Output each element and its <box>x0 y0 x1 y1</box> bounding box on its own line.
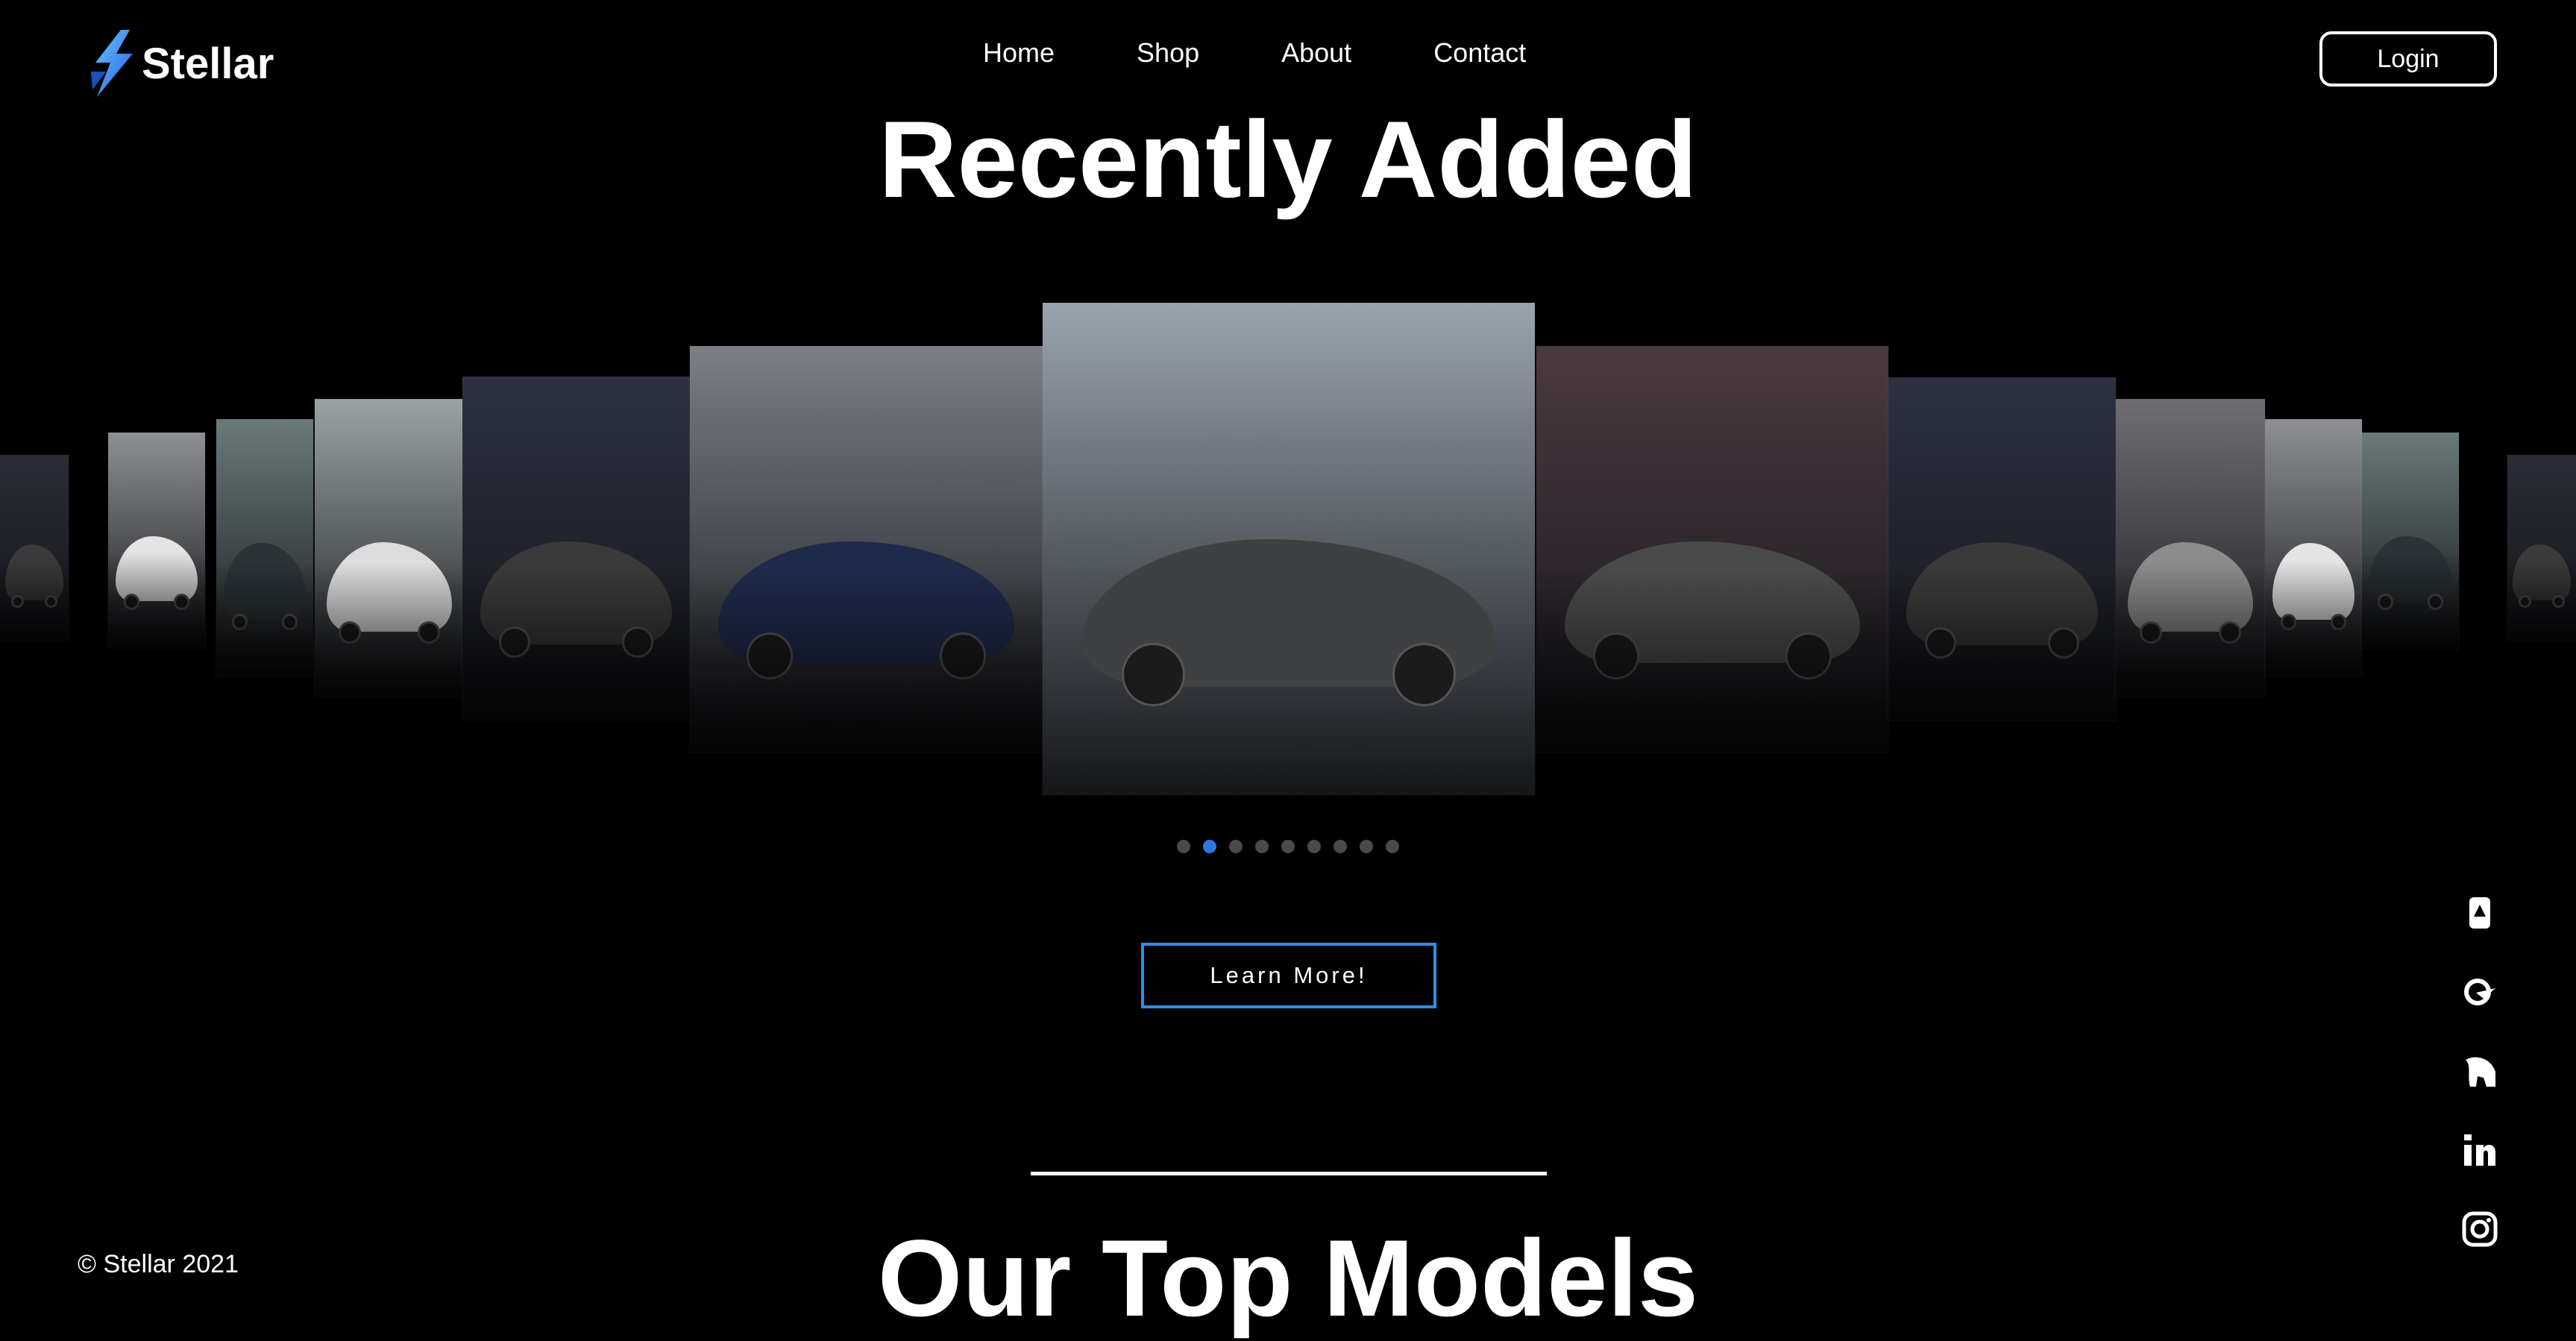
carousel-slide[interactable] <box>2116 399 2265 697</box>
logo[interactable]: Stellar <box>88 30 274 97</box>
carousel-slide[interactable] <box>1536 346 1888 753</box>
car-carousel[interactable] <box>0 283 2576 805</box>
learn-more-button[interactable]: Learn More! <box>1141 943 1436 1008</box>
nav-contact[interactable]: Contact <box>1433 37 1526 69</box>
brand-name: Stellar <box>142 39 274 88</box>
top-models-title: Our Top Models <box>877 1217 1699 1339</box>
login-button[interactable]: Login <box>2319 31 2497 87</box>
carousel-dot[interactable] <box>1386 840 1399 853</box>
carousel-dot[interactable] <box>1203 840 1216 853</box>
carousel-dot[interactable] <box>1333 840 1347 853</box>
section-divider <box>1031 1172 1547 1175</box>
carousel-slide[interactable] <box>0 455 69 641</box>
carousel-dot[interactable] <box>1281 840 1295 853</box>
nav-shop[interactable]: Shop <box>1137 37 1199 69</box>
carousel-slide[interactable] <box>108 433 205 649</box>
carousel-slide[interactable] <box>1043 303 1535 795</box>
linktree-icon[interactable] <box>2460 892 2500 934</box>
main-nav: Home Shop About Contact <box>983 37 1526 69</box>
carousel-dot[interactable] <box>1307 840 1321 853</box>
qzone-icon[interactable] <box>2460 971 2500 1013</box>
carousel-slide[interactable] <box>2507 455 2576 641</box>
carousel-dot[interactable] <box>1229 840 1243 853</box>
lightning-bolt-icon <box>91 30 133 97</box>
spartan-helmet-icon[interactable] <box>2460 1050 2500 1092</box>
carousel-slide[interactable] <box>690 346 1043 753</box>
carousel-slide[interactable] <box>462 377 690 720</box>
linkedin-icon[interactable] <box>2460 1129 2500 1171</box>
copyright-text: © Stellar 2021 <box>78 1250 239 1278</box>
nav-home[interactable]: Home <box>983 37 1055 69</box>
carousel-dot[interactable] <box>1360 840 1373 853</box>
nav-about[interactable]: About <box>1281 37 1351 69</box>
carousel-dot[interactable] <box>1177 840 1190 853</box>
instagram-icon[interactable] <box>2460 1208 2500 1250</box>
carousel-slide[interactable] <box>216 419 313 676</box>
carousel-slide[interactable] <box>2265 419 2362 676</box>
social-links <box>2460 892 2500 1250</box>
carousel-slide[interactable] <box>1888 377 2116 720</box>
carousel-pagination <box>0 840 2576 853</box>
carousel-dot[interactable] <box>1255 840 1269 853</box>
recently-added-title: Recently Added <box>879 98 1697 220</box>
carousel-slide[interactable] <box>315 399 464 697</box>
carousel-slide[interactable] <box>2362 433 2459 649</box>
